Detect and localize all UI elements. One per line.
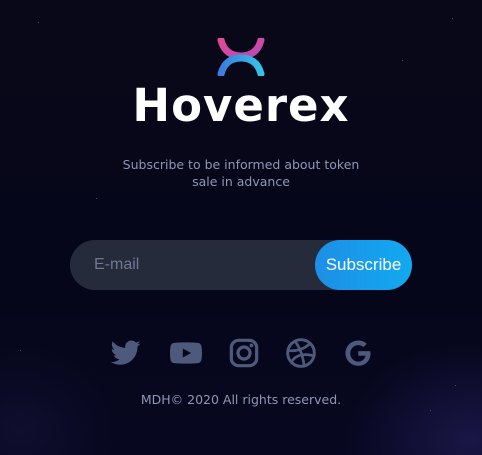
social-links — [0, 337, 482, 369]
brand-name: Hoverex — [132, 79, 350, 132]
youtube-icon — [170, 342, 202, 364]
subscribe-button[interactable]: Subscribe — [315, 240, 412, 290]
instagram-link[interactable] — [228, 337, 260, 369]
instagram-icon — [229, 338, 259, 368]
background-star — [452, 18, 453, 19]
background-star — [402, 60, 403, 61]
twitter-icon — [110, 340, 141, 365]
background-star — [430, 410, 431, 411]
dribbble-icon — [286, 338, 316, 368]
copyright-text: MDH© 2020 All rights reserved. — [140, 392, 342, 407]
tagline-line-1: Subscribe to be informed about token — [122, 157, 360, 172]
subscribe-form: Subscribe — [70, 240, 412, 290]
google-link[interactable] — [342, 337, 374, 369]
dribbble-link[interactable] — [285, 337, 317, 369]
tagline: Subscribe to be informed about token sal… — [120, 156, 362, 190]
hoverex-logo-icon — [216, 36, 266, 78]
background-star — [96, 198, 97, 199]
background-star — [455, 385, 456, 386]
tagline-line-2: sale in advance — [192, 174, 290, 189]
background-star — [38, 22, 39, 23]
twitter-link[interactable] — [110, 337, 142, 369]
youtube-link[interactable] — [170, 337, 202, 369]
google-icon — [345, 340, 371, 366]
